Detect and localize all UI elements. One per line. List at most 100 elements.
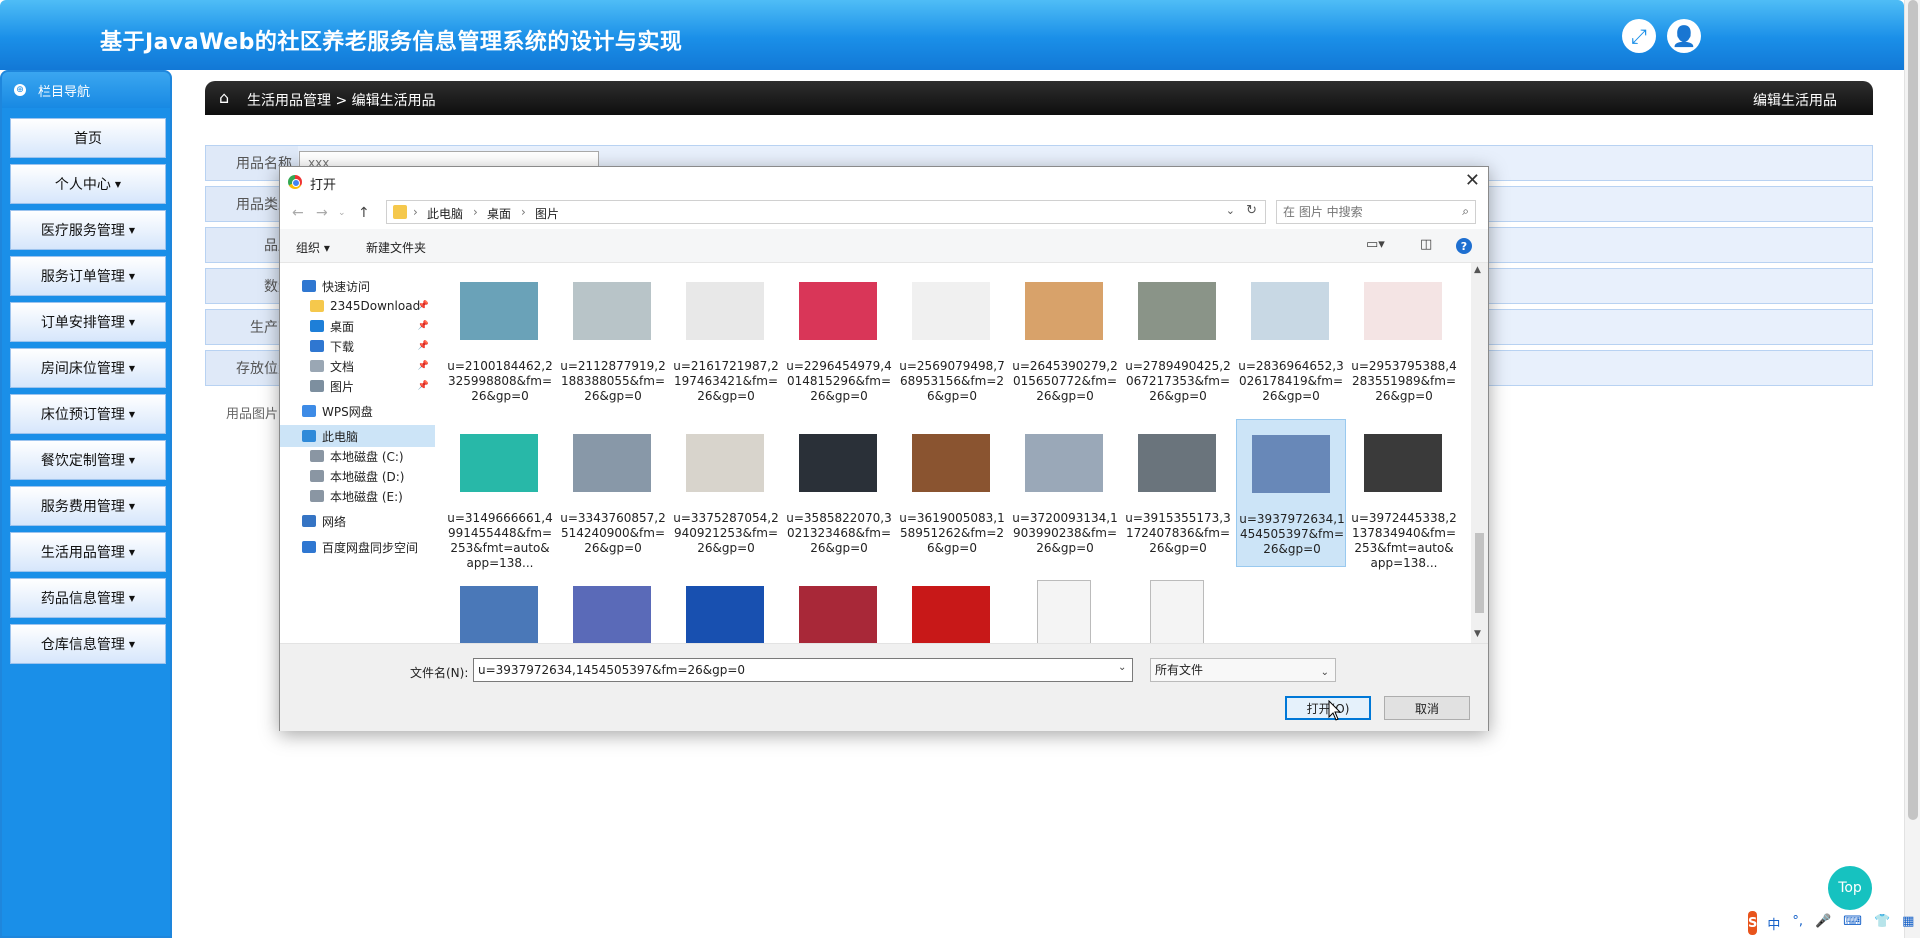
file-tile[interactable]: u=2953795388,4283551989&fm=26&gp=0 [1349,267,1459,415]
sidebar-item[interactable]: 生活用品管理 ▼ [10,532,166,572]
filename-dropdown-icon[interactable]: ⌄ [1118,662,1126,673]
ime-toolbar-item[interactable]: 🎤 [1815,914,1831,933]
file-tile[interactable] [558,571,668,643]
chrome-icon [288,175,302,189]
file-tile[interactable]: u=3375287054,2940921253&fm=26&gp=0 [671,419,781,567]
pin-icon: 📌 [417,321,429,331]
file-tile[interactable] [1010,571,1120,643]
nav-pane-item[interactable]: WPS网盘 [280,400,435,422]
search-input[interactable] [1283,204,1443,220]
sidebar-item[interactable]: 服务费用管理 ▼ [10,486,166,526]
sidebar-item[interactable]: 仓库信息管理 ▼ [10,624,166,664]
cancel-button[interactable]: 取消 [1384,696,1470,720]
ime-toolbar-item[interactable]: ▦ [1902,914,1914,933]
file-tile[interactable] [671,571,781,643]
file-tile[interactable]: u=2645390279,2015650772&fm=26&gp=0 [1010,267,1120,415]
file-tile[interactable]: u=2161721987,2197463421&fm=26&gp=0 [671,267,781,415]
sogou-logo-icon[interactable]: S [1748,911,1758,935]
path-segment[interactable]: 此电脑 [427,205,463,222]
sidebar-item[interactable]: 房间床位管理 ▼ [10,348,166,388]
file-tile[interactable]: u=2296454979,4014815296&fm=26&gp=0 [784,267,894,415]
sidebar-item-label: 首页 [74,131,102,147]
back-arrow-icon[interactable]: ← [292,205,304,221]
nav-pane-item[interactable]: 本地磁盘 (C:) [280,445,435,467]
ime-toolbar-item[interactable]: 中 [1767,914,1780,933]
file-tile[interactable]: u=2569079498,768953156&fm=26&gp=0 [897,267,1007,415]
file-tile[interactable]: u=2789490425,2067217353&fm=26&gp=0 [1123,267,1233,415]
page-scrollbar[interactable] [1904,0,1920,938]
scroll-down-icon[interactable]: ▼ [1474,629,1481,639]
nav-pane-item[interactable]: 百度网盘同步空间 [280,536,435,558]
view-options-icon[interactable]: ▭▾ [1366,237,1385,252]
ime-toolbar-item[interactable]: ⌨ [1843,914,1862,933]
close-icon[interactable]: ✕ [1465,170,1480,191]
user-icon[interactable]: 👤 [1667,19,1701,53]
nav-pane-item[interactable]: 快速访问 [280,275,435,297]
breadcrumb-root[interactable]: 生活用品管理 [247,93,331,109]
file-tile[interactable]: u=3915355173,3172407836&fm=26&gp=0 [1123,419,1233,567]
file-tile[interactable]: u=3149666661,4991455448&fm=253&fmt=auto&… [445,419,555,570]
sidebar-item[interactable]: 餐饮定制管理 ▼ [10,440,166,480]
file-tile[interactable] [897,571,1007,643]
organize-button[interactable]: 组织 ▾ [296,239,330,256]
file-tile[interactable]: u=2836964652,3026178419&fm=26&gp=0 [1236,267,1346,415]
nav-pane-label: 本地磁盘 (D:) [330,469,405,484]
address-bar[interactable]: › 此电脑 › 桌面 › 图片 ⌄ ↻ [386,200,1266,224]
app-title: 基于JavaWeb的社区养老服务信息管理系统的设计与实现 [100,30,683,55]
search-icon[interactable]: ⌕ [1462,204,1469,219]
nav-pane-item[interactable]: 此电脑 [280,425,435,447]
path-segment[interactable]: 桌面 [487,205,511,222]
refresh-icon[interactable]: ↻ [1246,203,1257,218]
nav-pane-item[interactable]: 本地磁盘 (D:) [280,465,435,487]
nav-pane-item[interactable]: 网络 [280,510,435,532]
sidebar-item[interactable]: 药品信息管理 ▼ [10,578,166,618]
path-segment[interactable]: 图片 [535,205,559,222]
sidebar-item[interactable]: 医疗服务管理 ▼ [10,210,166,250]
file-tile[interactable]: u=3937972634,1454505397&fm=26&gp=0 [1236,419,1346,567]
file-tile[interactable]: u=3343760857,2514240900&fm=26&gp=0 [558,419,668,567]
search-box: ⌕ [1276,200,1476,224]
sidebar-item[interactable]: 床位预订管理 ▼ [10,394,166,434]
file-tile[interactable]: u=3619005083,158951262&fm=26&gp=0 [897,419,1007,567]
file-tile[interactable]: u=3720093134,1903990238&fm=26&gp=0 [1010,419,1120,567]
nav-pane-item[interactable]: 2345Download 📌 [280,295,435,317]
ime-toolbar-item[interactable]: 👕 [1874,914,1890,933]
file-tile[interactable]: u=3972445338,2137834940&fm=253&fmt=auto&… [1349,419,1459,570]
video-file-icon [1025,576,1103,643]
image-thumbnail-icon [573,576,651,643]
file-tile[interactable] [445,571,555,643]
nav-pane-item[interactable]: 桌面 📌 [280,315,435,337]
file-tile[interactable]: u=3585822070,3021323468&fm=26&gp=0 [784,419,894,567]
forward-arrow-icon[interactable]: → [316,205,328,221]
file-tile[interactable] [1123,571,1233,643]
scroll-up-icon[interactable]: ▲ [1474,265,1481,275]
recent-dropdown-icon[interactable]: ⌄ [338,208,346,218]
file-tile[interactable] [784,571,894,643]
image-thumbnail-icon [1252,425,1330,503]
nav-pane-item[interactable]: 本地磁盘 (E:) [280,485,435,507]
sidebar-item-label: 服务订单管理 [40,269,125,285]
nav-pane-item[interactable]: 下载 📌 [280,335,435,357]
help-icon[interactable]: ? [1456,238,1472,254]
address-dropdown-icon[interactable]: ⌄ [1226,204,1235,217]
file-tile[interactable]: u=2100184462,2325998808&fm=26&gp=0 [445,267,555,415]
new-folder-button[interactable]: 新建文件夹 [366,239,426,256]
nav-pane-item[interactable]: 图片 📌 [280,375,435,397]
file-tile[interactable]: u=2112877919,2188388055&fm=26&gp=0 [558,267,668,415]
sidebar-item[interactable]: 服务订单管理 ▼ [10,256,166,296]
fullscreen-icon[interactable]: ⤢ [1622,19,1656,53]
sidebar-item[interactable]: 个人中心 ▼ [10,164,166,204]
nav-pane-item[interactable]: 文档 📌 [280,355,435,377]
preview-pane-icon[interactable]: ◫ [1420,237,1432,252]
sidebar-item[interactable]: 首页 [10,118,166,158]
home-icon[interactable]: ⌂ [219,88,229,107]
dialog-titlebar: 打开 ✕ [280,167,1488,197]
ime-toolbar-item[interactable]: °, [1792,914,1803,933]
up-arrow-icon[interactable]: ↑ [358,205,370,221]
filename-input[interactable]: u=3937972634,1454505397&fm=26&gp=0 [473,658,1133,682]
back-to-top-button[interactable]: Top [1828,866,1872,910]
image-thumbnail-icon [460,424,538,502]
file-type-select[interactable]: 所有文件 ⌄ [1150,658,1336,682]
file-grid-scrollbar[interactable]: ▲ ▼ [1471,263,1488,643]
sidebar-item[interactable]: 订单安排管理 ▼ [10,302,166,342]
